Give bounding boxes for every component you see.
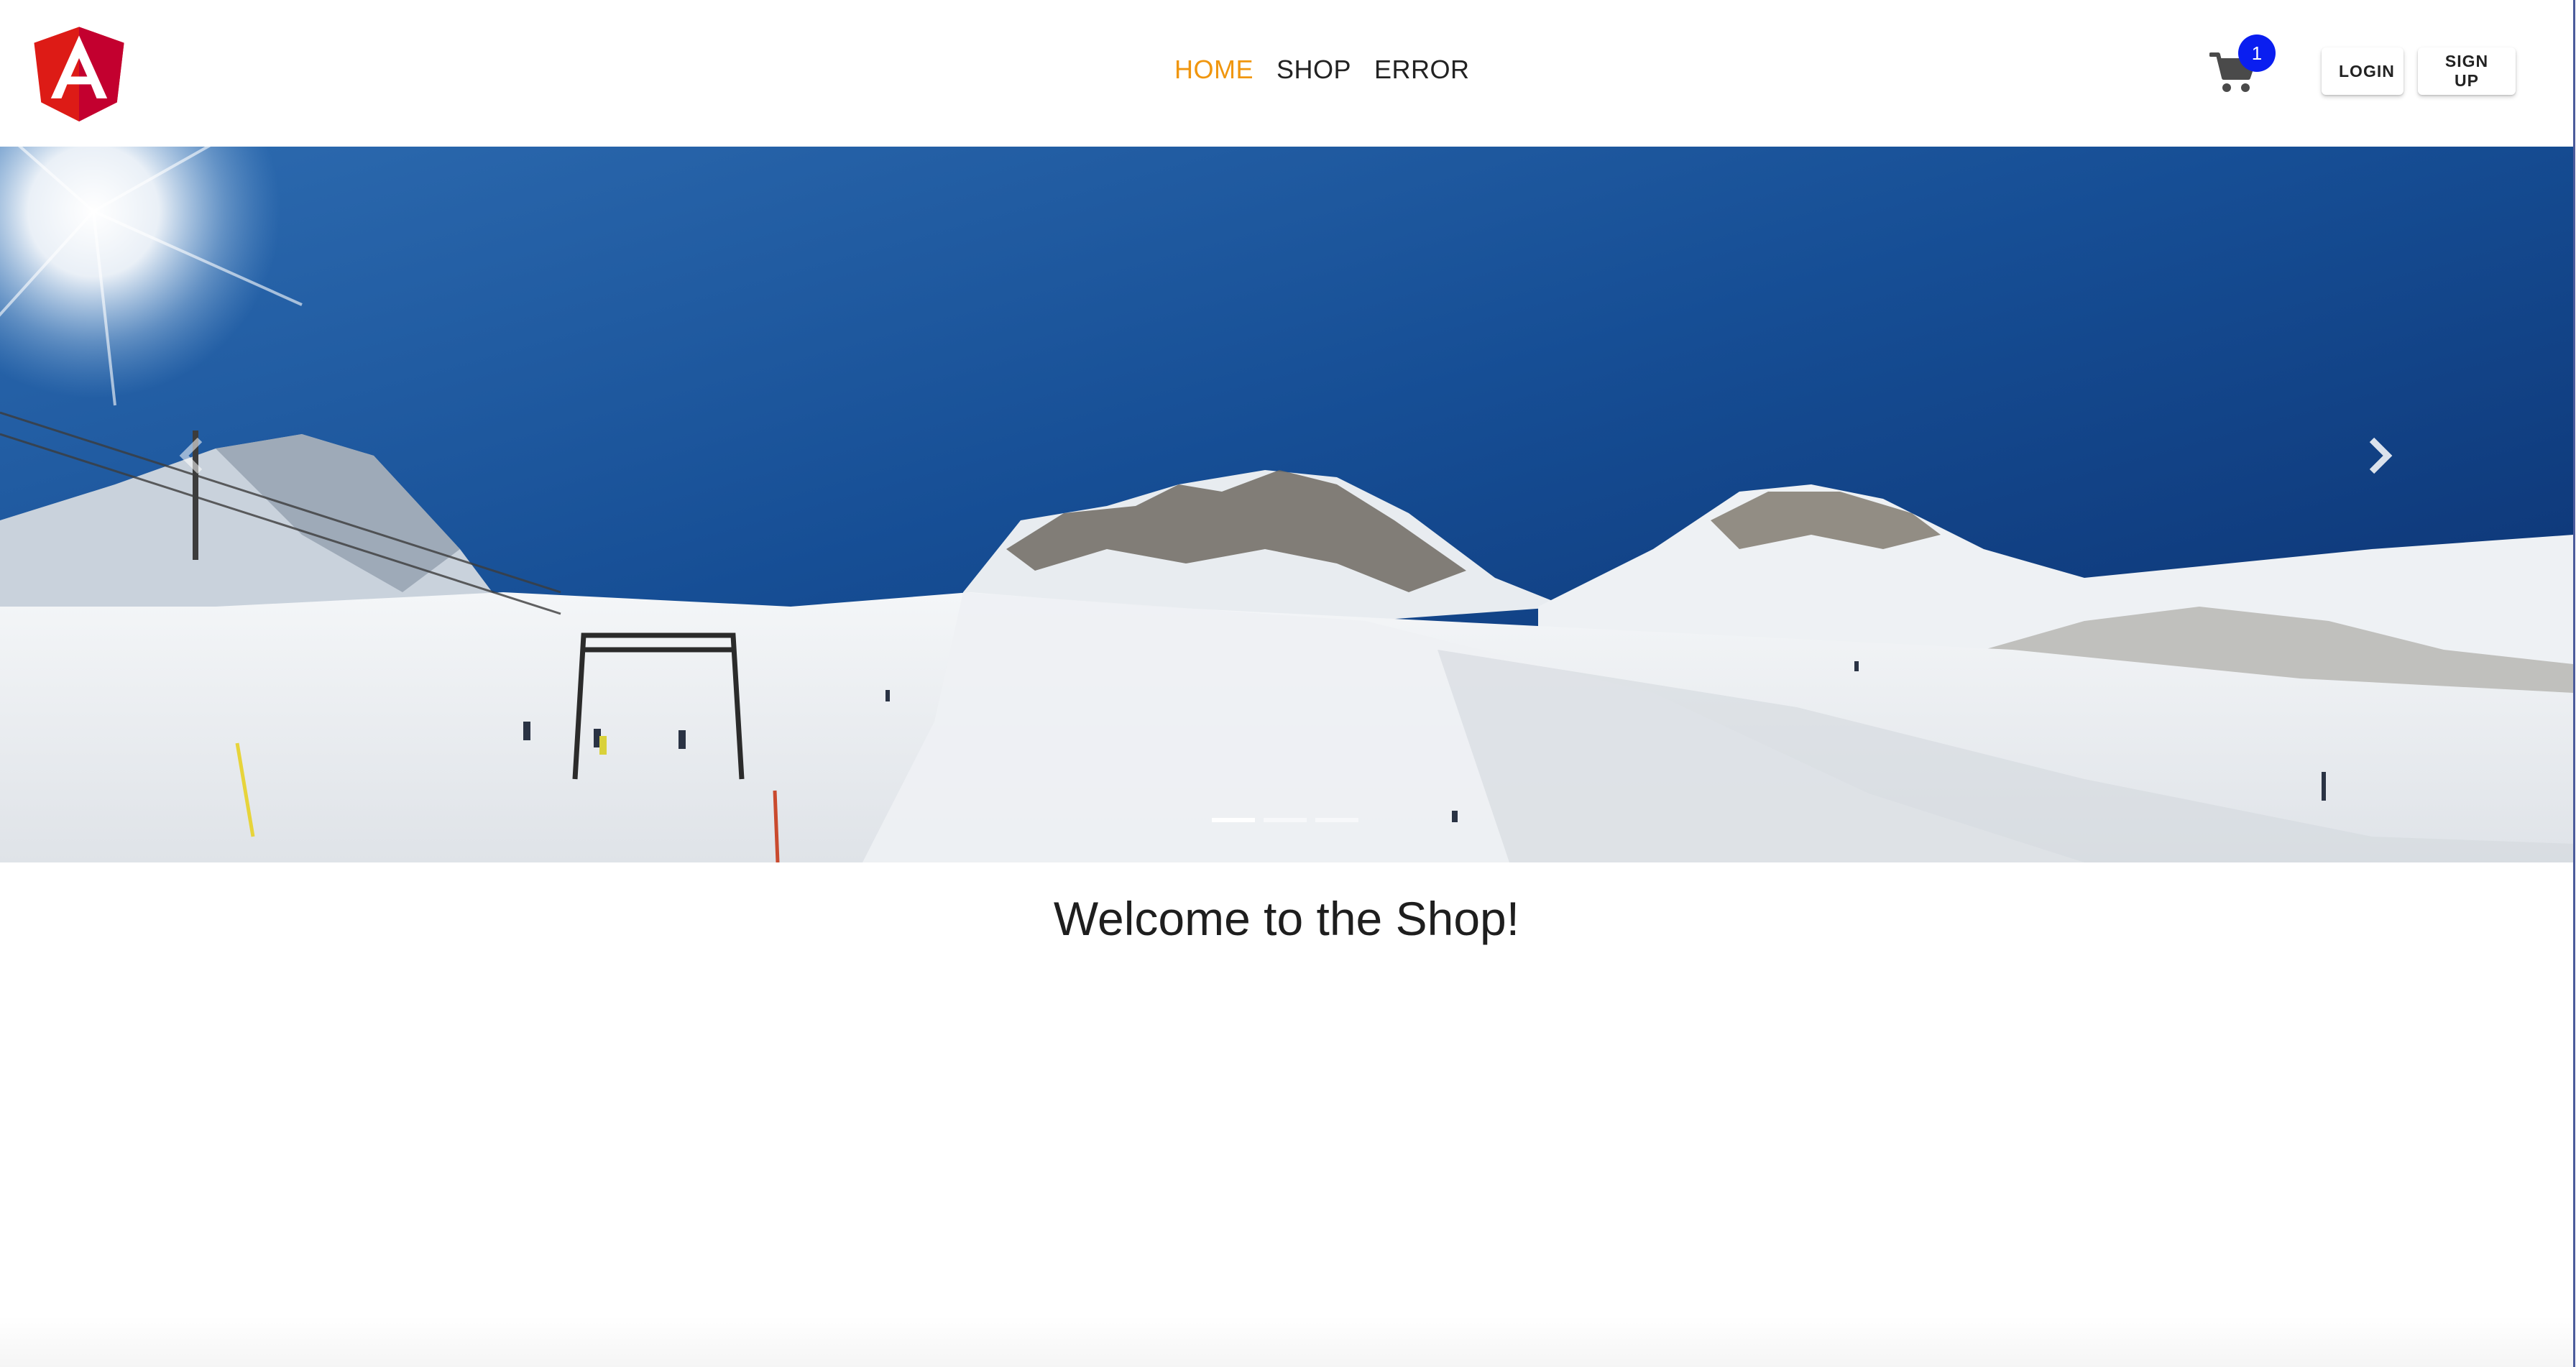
- footer-shadow: [0, 1315, 2573, 1367]
- nav-error[interactable]: ERROR: [1374, 55, 1470, 85]
- page: HOME SHOP ERROR 1 LOGIN SIGN UP Welcome …: [0, 0, 2576, 1367]
- carousel-indicator-3[interactable]: [1315, 818, 1358, 822]
- carousel-next-button[interactable]: [2352, 413, 2409, 499]
- signup-button[interactable]: SIGN UP: [2418, 47, 2516, 95]
- chevron-right-icon: [2369, 437, 2393, 474]
- nav-shop[interactable]: SHOP: [1276, 55, 1351, 85]
- scrollbar-edge: [2573, 0, 2575, 1367]
- carousel-indicators: [1212, 818, 1358, 822]
- login-button[interactable]: LOGIN: [2322, 47, 2404, 95]
- carousel-indicator-1[interactable]: [1212, 818, 1255, 822]
- cart-count-badge: 1: [2238, 34, 2276, 72]
- carousel-indicator-2[interactable]: [1264, 818, 1307, 822]
- hero-carousel: [0, 147, 2573, 862]
- chevron-left-icon: [179, 437, 203, 474]
- header: HOME SHOP ERROR 1 LOGIN SIGN UP: [0, 0, 2573, 147]
- angular-logo-icon[interactable]: [30, 20, 128, 125]
- main-nav: HOME SHOP ERROR: [1174, 55, 1470, 85]
- nav-home[interactable]: HOME: [1174, 55, 1254, 85]
- ski-slope-panorama-image: [0, 147, 2573, 862]
- carousel-prev-button[interactable]: [162, 413, 220, 499]
- welcome-heading: Welcome to the Shop!: [1053, 892, 1520, 945]
